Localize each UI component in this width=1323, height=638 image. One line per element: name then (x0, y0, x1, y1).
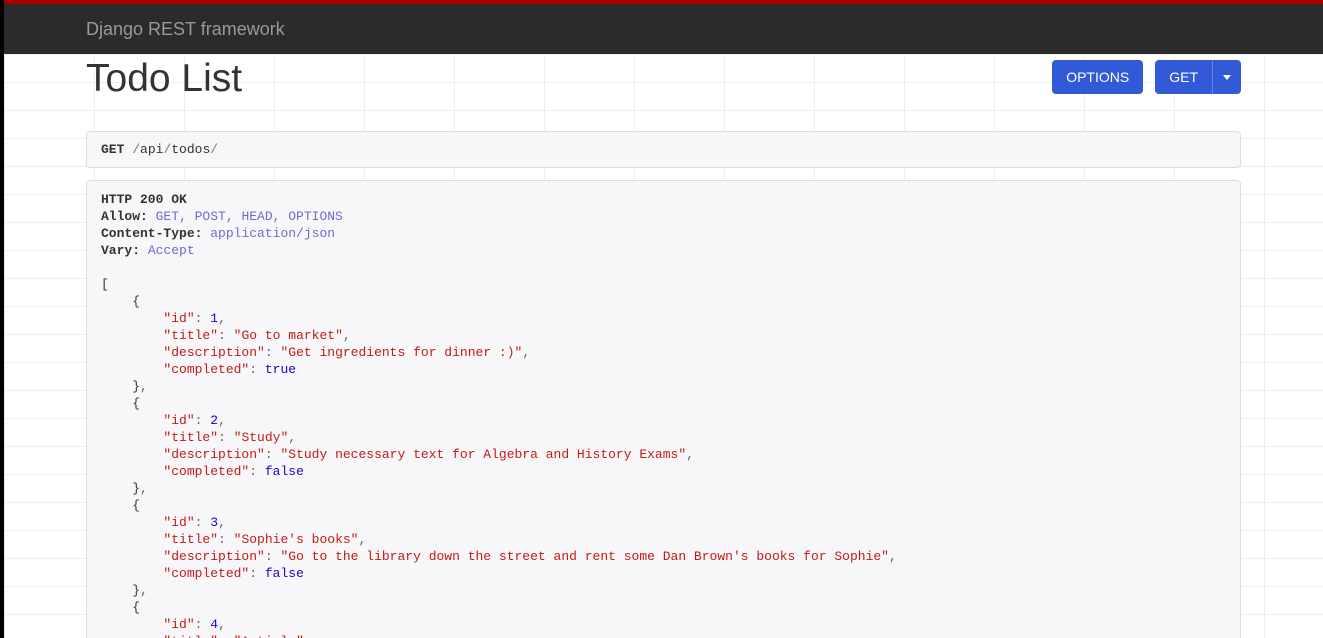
page-body: Todo List OPTIONS GET GET /api/todos/ HT… (4, 54, 1323, 638)
response-body: HTTP 200 OK Allow: GET, POST, HEAD, OPTI… (101, 191, 1226, 638)
page-title: Todo List (86, 54, 242, 105)
request-line: GET /api/todos/ (101, 142, 1226, 157)
options-button[interactable]: OPTIONS (1052, 60, 1143, 94)
get-button-split: GET (1155, 60, 1241, 94)
action-button-group: OPTIONS GET (1052, 60, 1241, 94)
navbar: Django REST framework (4, 4, 1323, 54)
chevron-down-icon (1223, 75, 1231, 80)
get-dropdown-toggle[interactable] (1212, 60, 1241, 94)
response-panel: HTTP 200 OK Allow: GET, POST, HEAD, OPTI… (86, 180, 1241, 638)
navbar-brand-link[interactable]: Django REST framework (86, 19, 285, 40)
request-panel: GET /api/todos/ (86, 131, 1241, 168)
get-button[interactable]: GET (1155, 60, 1212, 94)
